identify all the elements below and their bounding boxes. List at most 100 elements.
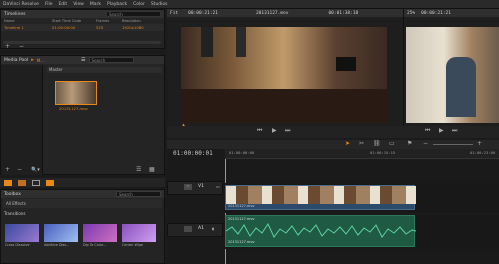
- add-bin-icon[interactable]: +: [5, 167, 10, 173]
- play-icon[interactable]: ▶: [272, 128, 277, 134]
- video-clip[interactable]: 20131127.mov: [225, 185, 416, 210]
- person-figure: [446, 57, 476, 117]
- rewind-icon[interactable]: ⏮: [257, 128, 262, 134]
- transport-bar: ⏮ ▶ ⏭ ⏮ ▶ ⏭: [167, 126, 499, 138]
- menu-playback[interactable]: Playback: [107, 2, 127, 7]
- timeline-row[interactable]: Timeline 1 01:00:00:00 525 1920x1080: [1, 24, 164, 31]
- transition-thumb-4[interactable]: [122, 224, 156, 242]
- col-res[interactable]: Resolution: [122, 19, 141, 23]
- audio-toggle-icon[interactable]: [46, 179, 54, 186]
- transition-thumb-1[interactable]: [5, 224, 39, 242]
- video-clip-filmstrip: [226, 186, 416, 204]
- record-timecode: 00:00:21:21: [421, 10, 451, 16]
- audio-clip-name-2: 20131127.mov: [228, 240, 255, 244]
- audio-clip[interactable]: 20131127.mov 20131127.mov: [225, 215, 416, 247]
- clip-name[interactable]: 20131127.mov: [59, 106, 88, 111]
- forward-icon[interactable]: ⏭: [285, 128, 290, 134]
- remove-bin-icon[interactable]: −: [17, 167, 22, 173]
- add-timeline-icon[interactable]: +: [5, 44, 10, 50]
- remove-timeline-icon[interactable]: −: [19, 44, 24, 50]
- link-icon[interactable]: ⛓: [373, 141, 381, 147]
- floor: [181, 89, 387, 123]
- grid-view-icon[interactable]: ▦: [149, 167, 155, 173]
- audio-track-label: A1: [198, 226, 204, 231]
- timeline-ruler[interactable]: 01:00:00:00 01:00:15:15 01:00:23:00: [225, 149, 499, 159]
- record-video-frame[interactable]: [406, 27, 499, 123]
- bin-header: Master: [47, 67, 162, 73]
- zoom-out-icon[interactable]: −: [423, 141, 428, 147]
- record-rewind-icon[interactable]: ⏮: [425, 128, 430, 134]
- media-pool-header: Media Pool: [4, 57, 29, 63]
- folder-icon[interactable]: ▸: [31, 57, 34, 63]
- record-play-icon[interactable]: ▶: [439, 128, 444, 134]
- media-toggle-icon[interactable]: [4, 179, 12, 186]
- col-start[interactable]: Start Time Code: [52, 19, 86, 23]
- record-zoom[interactable]: 25%: [407, 11, 415, 16]
- timeline-toolbar: ➤ ✂ ⛓ ▭ ⚑ − +: [167, 140, 499, 149]
- timelines-scrollbar[interactable]: [3, 41, 161, 44]
- folder-selector[interactable]: M...: [37, 58, 44, 63]
- timeline-frames: 525: [96, 25, 104, 30]
- view-icon[interactable]: ☰: [81, 57, 85, 63]
- source-clip-name: 20131127.mov: [255, 10, 289, 16]
- menu-mark[interactable]: Mark: [90, 2, 101, 7]
- toolbox-header: Toolbox: [4, 191, 21, 197]
- flag-icon[interactable]: ⚑: [407, 141, 412, 147]
- timeline-res: 1920x1080: [122, 25, 144, 30]
- tv-screen: [336, 57, 356, 71]
- bin-list: [1, 65, 43, 175]
- media-pool-panel: Media Pool ▸ M... ☰ Search Master 201311…: [0, 55, 165, 175]
- video-lock-icon[interactable]: ▭: [184, 184, 192, 190]
- col-frames[interactable]: Frames: [96, 19, 112, 23]
- audio-clip-name: 20131127.mov: [228, 217, 255, 221]
- menu-color[interactable]: Color: [133, 2, 145, 7]
- col-name[interactable]: Name: [4, 19, 42, 23]
- transition-label-4: Center Wipe: [122, 243, 143, 247]
- transition-thumb-2[interactable]: [44, 224, 78, 242]
- record-forward-icon[interactable]: ⏭: [452, 128, 457, 134]
- clip-thumbnail[interactable]: [55, 81, 97, 105]
- menu-edit[interactable]: Edit: [58, 2, 67, 7]
- search-dropdown-icon[interactable]: 🔍▾: [31, 167, 40, 173]
- video-track-label: V1: [198, 184, 204, 189]
- timeline-panel: 01:00:00:01 01:00:00:00 01:00:15:15 01:0…: [167, 149, 499, 264]
- timelines-search[interactable]: Search: [106, 11, 161, 17]
- audio-lock-icon[interactable]: [184, 226, 192, 232]
- timeline-name: Timeline 1: [4, 25, 24, 30]
- video-track-header: ▭ V1 ▭: [167, 181, 223, 195]
- timelines-panel: Timelines Search Name Start Time Code Fr…: [0, 9, 165, 50]
- video-visible-icon[interactable]: ▭: [216, 184, 220, 189]
- effects-filter[interactable]: All Effects: [3, 199, 162, 208]
- record-viewer: 25% 00:00:21:21: [403, 9, 499, 137]
- source-viewer: Fit 00:00:21:21 20131127.mov 00:01:38:18…: [167, 9, 403, 137]
- source-fit[interactable]: Fit: [170, 11, 178, 16]
- snap-icon[interactable]: ▭: [389, 141, 395, 147]
- audio-waveform: [226, 222, 416, 238]
- zoom-in-icon[interactable]: +: [477, 141, 482, 147]
- ruler-tc-1: 01:00:00:00: [229, 150, 255, 155]
- menu-bar: DaVinci Resolve File Edit View Mark Play…: [0, 0, 499, 9]
- selection-tool-icon[interactable]: ➤: [345, 141, 350, 147]
- edit-index-icon[interactable]: [32, 179, 40, 186]
- audio-mute-icon[interactable]: ◖: [212, 226, 214, 231]
- source-video-frame[interactable]: [181, 27, 387, 123]
- menu-view[interactable]: View: [73, 2, 84, 7]
- toolbox-search[interactable]: Search: [116, 191, 161, 197]
- panel-toggle-strip: [0, 178, 165, 187]
- menu-file[interactable]: File: [45, 2, 53, 7]
- transition-label-3: Dip To Color...: [83, 243, 107, 247]
- toolbox-panel: Toolbox Search All Effects Transitions C…: [0, 189, 165, 264]
- timeline-start: 01:00:00:00: [52, 25, 76, 30]
- audio-track-header: A1 ◖: [167, 223, 223, 237]
- wall-scroll-left: [201, 27, 213, 57]
- effects-toggle-icon[interactable]: [18, 179, 26, 186]
- list-view-icon[interactable]: ☰: [136, 167, 141, 173]
- zoom-slider[interactable]: [433, 144, 473, 145]
- blade-tool-icon[interactable]: ✂: [359, 141, 364, 147]
- transition-thumb-3[interactable]: [83, 224, 117, 242]
- video-clip-name: 20131127.mov: [228, 204, 255, 208]
- transitions-heading: Transitions: [4, 211, 26, 216]
- menu-studios[interactable]: Studios: [151, 2, 168, 7]
- transition-label-2: Additive Diss...: [44, 243, 70, 247]
- media-search[interactable]: Search: [88, 57, 134, 63]
